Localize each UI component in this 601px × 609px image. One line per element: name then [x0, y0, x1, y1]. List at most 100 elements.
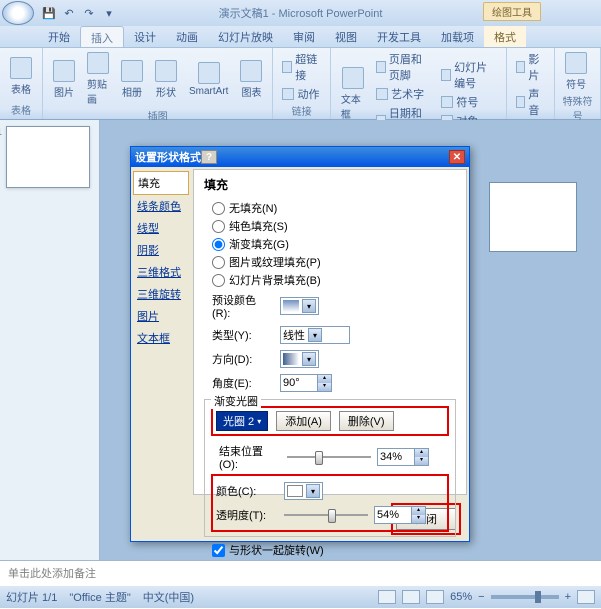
add-stop-button[interactable]: 添加(A) [276, 411, 331, 431]
chart-icon [240, 60, 262, 82]
slider-thumb[interactable] [315, 451, 323, 465]
group-tables: 表格 表格 [0, 48, 43, 119]
view-normal-button[interactable] [378, 590, 396, 604]
transparency-input[interactable] [375, 507, 411, 523]
chevron-down-icon: ▾ [308, 328, 322, 342]
picture-button[interactable]: 图片 [49, 50, 79, 108]
notes-pane[interactable]: 单击此处添加备注 [0, 560, 601, 586]
radio-gradient-fill[interactable] [212, 238, 225, 251]
nav-textbox[interactable]: 文本框 [133, 327, 189, 349]
wordart-button[interactable]: 艺术字 [373, 85, 434, 103]
clipart-button[interactable]: 剪贴画 [83, 50, 113, 108]
tab-addins[interactable]: 加载项 [431, 26, 484, 47]
nav-line-color[interactable]: 线条颜色 [133, 195, 189, 217]
slide-thumbnails-panel[interactable]: 1 [0, 120, 100, 560]
stop-pos-spinner[interactable]: ▴▾ [377, 448, 429, 466]
dialog-titlebar[interactable]: 设置形状格式 ? ✕ [131, 147, 469, 167]
dialog-close-icon[interactable]: ✕ [449, 150, 465, 164]
spin-down-icon[interactable]: ▾ [411, 515, 425, 523]
format-shape-dialog: 设置形状格式 ? ✕ 填充 线条颜色 线型 阴影 三维格式 三维旋转 图片 文本… [130, 146, 470, 542]
zoom-in-icon[interactable]: + [565, 591, 571, 603]
dialog-nav: 填充 线条颜色 线型 阴影 三维格式 三维旋转 图片 文本框 [131, 167, 191, 497]
stop-pos-input[interactable] [378, 449, 414, 465]
chart-button[interactable]: 图表 [236, 50, 266, 108]
nav-line[interactable]: 线型 [133, 217, 189, 239]
tab-design[interactable]: 设计 [124, 26, 166, 47]
radio-picture-fill[interactable] [212, 256, 225, 269]
radio-solid-fill[interactable] [212, 220, 225, 233]
quick-access-toolbar: 💾 ↶ ↷ ▾ [42, 6, 116, 20]
table-button[interactable]: 表格 [6, 50, 36, 102]
symbol-icon [441, 96, 453, 108]
spin-up-icon[interactable]: ▴ [317, 375, 331, 383]
remove-stop-button[interactable]: 删除(V) [339, 411, 394, 431]
tab-slideshow[interactable]: 幻灯片放映 [208, 26, 283, 47]
rotate-with-shape-checkbox[interactable] [212, 544, 225, 557]
save-icon[interactable]: 💾 [42, 6, 56, 20]
chevron-down-icon: ▾ [257, 417, 261, 426]
shapes-icon [155, 60, 177, 82]
zoom-slider[interactable] [491, 595, 559, 599]
hyperlink-button[interactable]: 超链接 [279, 50, 323, 84]
redo-icon[interactable]: ↷ [82, 6, 96, 20]
preset-color-picker[interactable]: ▾ [280, 297, 319, 315]
preset-label: 预设颜色(R): [212, 292, 274, 320]
tab-review[interactable]: 审阅 [283, 26, 325, 47]
stop-selector[interactable]: 光圈 2▾ [216, 411, 268, 431]
transparency-label: 透明度(T): [216, 507, 278, 523]
angle-input[interactable] [281, 375, 317, 391]
nav-picture[interactable]: 图片 [133, 305, 189, 327]
undo-icon[interactable]: ↶ [62, 6, 76, 20]
tab-dev[interactable]: 开发工具 [367, 26, 431, 47]
zoom-thumb[interactable] [535, 591, 541, 603]
radio-slidebg-fill[interactable] [212, 274, 225, 287]
tab-anim[interactable]: 动画 [166, 26, 208, 47]
dialog-content: 填充 无填充(N) 纯色填充(S) 渐变填充(G) 图片或纹理填充(P) 幻灯片… [193, 169, 467, 495]
qat-dropdown-icon[interactable]: ▾ [102, 6, 116, 20]
view-slideshow-button[interactable] [426, 590, 444, 604]
nav-3d-rotation[interactable]: 三维旋转 [133, 283, 189, 305]
smartart-button[interactable]: SmartArt [185, 50, 232, 108]
movie-button[interactable]: 影片 [513, 50, 548, 84]
radio-no-fill[interactable] [212, 202, 225, 215]
spec-symbol-button[interactable]: 符号 [561, 50, 591, 93]
tab-insert[interactable]: 插入 [80, 26, 124, 47]
direction-picker[interactable]: ▾ [280, 350, 319, 368]
transparency-spinner[interactable]: ▴▾ [374, 506, 426, 524]
nav-3d-format[interactable]: 三维格式 [133, 261, 189, 283]
slide-thumb-1[interactable]: 1 [6, 126, 90, 188]
tab-home[interactable]: 开始 [38, 26, 80, 47]
spin-up-icon[interactable]: ▴ [411, 507, 425, 515]
type-combo[interactable]: 线性▾ [280, 326, 350, 344]
spec-symbol-icon [565, 52, 587, 74]
slidenum-button[interactable]: 幻灯片编号 [438, 58, 499, 92]
spin-down-icon[interactable]: ▾ [317, 383, 331, 391]
album-button[interactable]: 相册 [117, 50, 147, 108]
view-sorter-button[interactable] [402, 590, 420, 604]
office-button[interactable] [2, 1, 34, 25]
selected-shape[interactable] [489, 182, 577, 252]
nav-shadow[interactable]: 阴影 [133, 239, 189, 261]
zoom-out-icon[interactable]: − [478, 591, 484, 603]
wordart-icon [376, 88, 388, 100]
tab-view[interactable]: 视图 [325, 26, 367, 47]
action-button[interactable]: 动作 [279, 85, 323, 103]
tab-format[interactable]: 格式 [484, 26, 526, 47]
spin-up-icon[interactable]: ▴ [414, 449, 428, 457]
fit-window-button[interactable] [577, 590, 595, 604]
dialog-title: 设置形状格式 [135, 149, 201, 165]
nav-fill[interactable]: 填充 [133, 171, 189, 195]
hyperlink-icon [282, 61, 292, 73]
spin-down-icon[interactable]: ▾ [414, 457, 428, 465]
dialog-help-icon[interactable]: ? [201, 150, 217, 164]
slider-thumb[interactable] [328, 509, 336, 523]
symbol-button[interactable]: 符号 [438, 93, 499, 111]
sound-button[interactable]: 声音 [513, 85, 548, 119]
transparency-slider[interactable] [284, 507, 368, 523]
stop-color-picker[interactable]: ▾ [284, 482, 323, 500]
shapes-button[interactable]: 形状 [151, 50, 181, 108]
headerfooter-button[interactable]: 页眉和页脚 [373, 50, 434, 84]
angle-spinner[interactable]: ▴▾ [280, 374, 332, 392]
stop-pos-slider[interactable] [287, 449, 371, 465]
slide-editor[interactable]: 设置形状格式 ? ✕ 填充 线条颜色 线型 阴影 三维格式 三维旋转 图片 文本… [100, 120, 601, 560]
